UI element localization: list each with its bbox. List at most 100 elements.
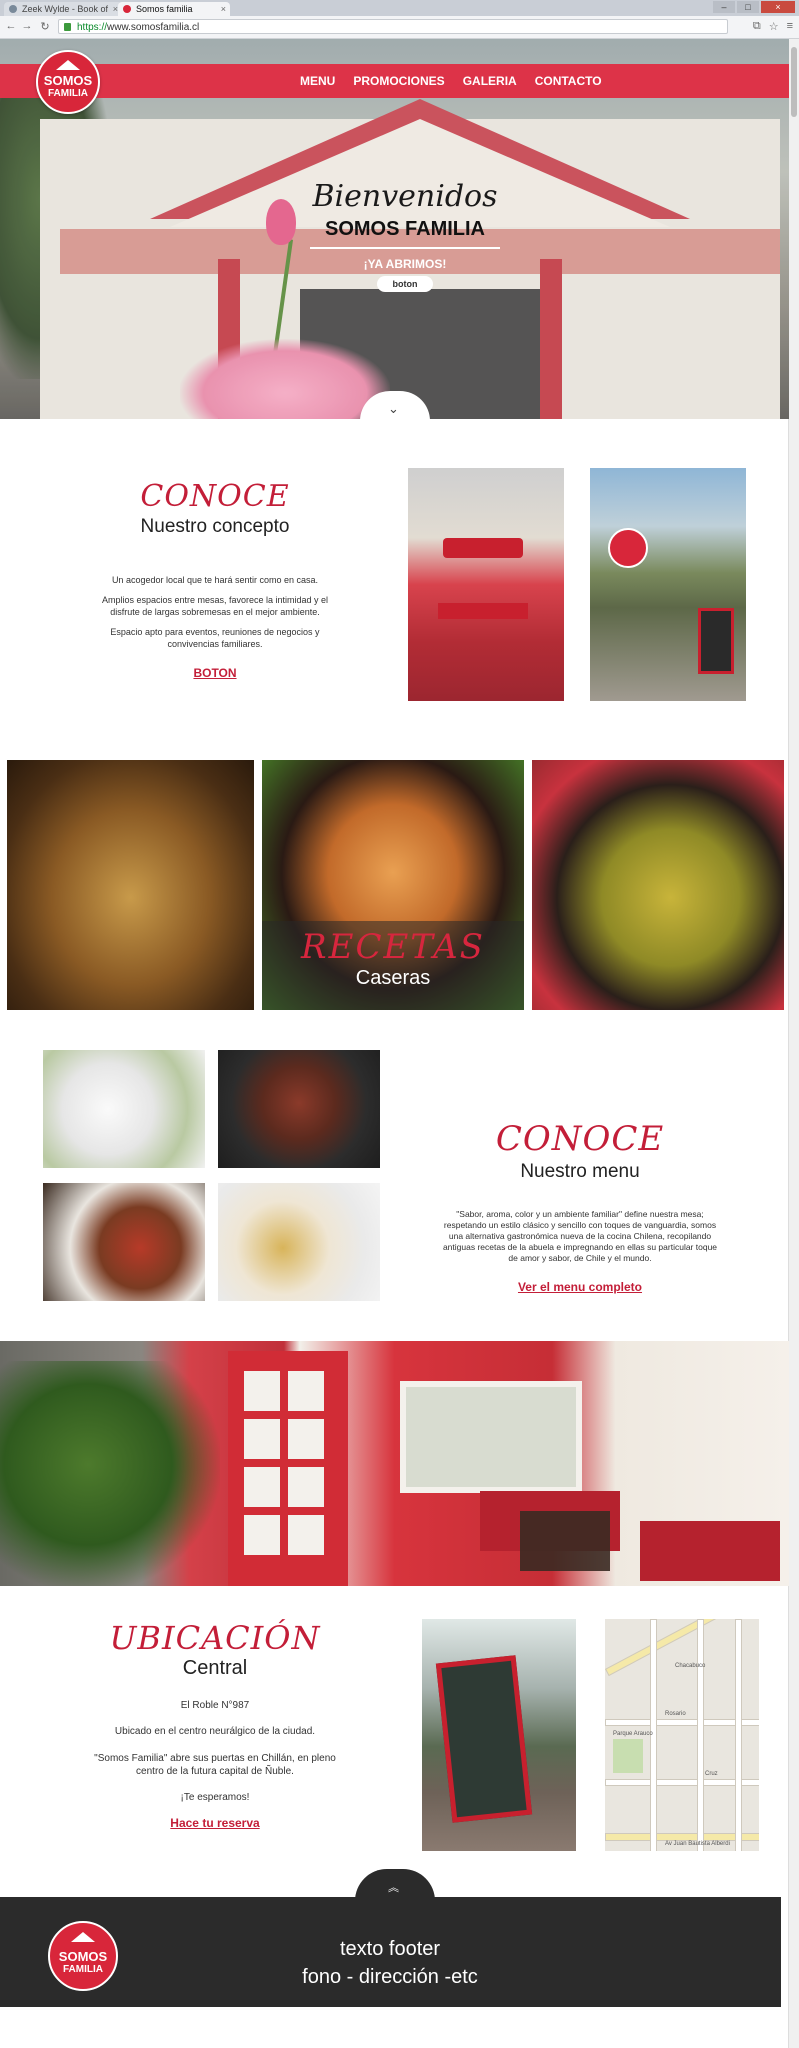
web-page: SOMOS FAMILIA MENU PROMOCIONES GALERIA C… bbox=[0, 39, 789, 2048]
main-menu: MENU PROMOCIONES GALERIA CONTACTO bbox=[300, 64, 602, 98]
facade-logo-sign bbox=[608, 528, 648, 568]
chair-seat bbox=[438, 603, 528, 619]
photo-cazuela bbox=[7, 760, 254, 1010]
close-window-icon[interactable]: × bbox=[761, 1, 795, 13]
concept-text-1: Un acogedor local que te hará sentir com… bbox=[111, 575, 319, 585]
facade-chalkboard bbox=[698, 608, 734, 674]
menu-photo-3 bbox=[43, 1183, 205, 1301]
bookmark-star-icon[interactable]: ☆ bbox=[769, 20, 779, 33]
toolbar-icons: ⧉ ☆ ≡ bbox=[753, 20, 793, 33]
url-input[interactable]: https://www.somosfamilia.cl bbox=[58, 19, 728, 34]
maximize-icon[interactable]: □ bbox=[737, 1, 759, 13]
photo-interior bbox=[0, 1341, 789, 1586]
location-text-2: "Somos Familia" abre sus puertas en Chil… bbox=[94, 1753, 336, 1777]
menu-section: CONOCE Nuestro menu "Sabor, aroma, color… bbox=[440, 1119, 720, 1296]
logo-line2: FAMILIA bbox=[48, 88, 88, 99]
address-bar: ← → ↻ https://www.somosfamilia.cl ⧉ ☆ ≡ bbox=[0, 16, 799, 39]
footer-logo-line1: SOMOS bbox=[58, 1949, 108, 1964]
footer-line-1: texto footer bbox=[339, 1938, 441, 1960]
menu-photo-2 bbox=[218, 1050, 380, 1168]
hero-button[interactable]: boton bbox=[377, 276, 433, 292]
lock-icon bbox=[64, 23, 71, 31]
hero-welcome: Bienvenidos SOMOS FAMILIA ¡YA ABRIMOS! b… bbox=[300, 179, 510, 292]
concept-link[interactable]: BOTON bbox=[193, 666, 236, 680]
location-subtitle: Central bbox=[182, 1657, 248, 1679]
minimize-icon[interactable]: – bbox=[713, 1, 735, 13]
photo-red-chair bbox=[408, 468, 564, 701]
dining-table bbox=[640, 1521, 780, 1581]
menu-photo-4 bbox=[218, 1183, 380, 1301]
map-label: Cruz bbox=[705, 1771, 718, 1777]
tab-favicon-icon bbox=[9, 5, 17, 13]
map-road bbox=[735, 1619, 742, 1851]
door-pane bbox=[288, 1371, 324, 1411]
menu-photo-1 bbox=[43, 1050, 205, 1168]
interior-window bbox=[400, 1381, 582, 1493]
concept-subtitle: Nuestro concepto bbox=[140, 516, 290, 537]
window-controls: – □ × bbox=[713, 1, 795, 13]
recipes-title: RECETAS bbox=[301, 927, 485, 967]
nav-item-promociones[interactable]: PROMOCIONES bbox=[353, 74, 444, 88]
scrollbar-thumb[interactable] bbox=[791, 47, 797, 117]
footer-line-2: fono - dirección -etc bbox=[302, 1966, 478, 1988]
concept-title: CONOCE bbox=[140, 479, 290, 514]
nav-item-contacto[interactable]: CONTACTO bbox=[535, 74, 602, 88]
photo-chalkboard bbox=[422, 1619, 576, 1851]
url-host: www.somosfamilia.cl bbox=[107, 22, 200, 33]
house-roof-icon bbox=[71, 1932, 95, 1942]
logo-line1: SOMOS bbox=[43, 73, 93, 88]
nav-item-galeria[interactable]: GALERIA bbox=[463, 74, 517, 88]
door-pane bbox=[244, 1371, 280, 1411]
hero-subtitle: SOMOS FAMILIA bbox=[325, 218, 485, 240]
nav-item-menu[interactable]: MENU bbox=[300, 74, 335, 88]
browser-tab[interactable]: Zeek Wylde - Book of × bbox=[4, 2, 122, 16]
footer-logo-line2: FAMILIA bbox=[63, 1964, 103, 1975]
door-pane bbox=[244, 1467, 280, 1507]
hero-script-title: Bienvenidos bbox=[312, 179, 498, 214]
back-icon[interactable]: ← bbox=[4, 20, 18, 32]
location-text-3: ¡Te esperamos! bbox=[180, 1792, 250, 1803]
map-road bbox=[697, 1619, 704, 1851]
reservation-link[interactable]: Hace tu reserva bbox=[170, 1816, 259, 1830]
door-pane bbox=[244, 1515, 280, 1555]
translate-icon[interactable]: ⧉ bbox=[753, 20, 761, 33]
door-pane bbox=[244, 1419, 280, 1459]
dining-chairs bbox=[520, 1511, 610, 1571]
brand-logo[interactable]: SOMOS FAMILIA bbox=[36, 50, 100, 114]
door-pane bbox=[288, 1419, 324, 1459]
chair-back bbox=[443, 538, 523, 558]
close-tab-icon[interactable]: × bbox=[221, 2, 226, 16]
footer-text: texto footer fono - dirección -etc bbox=[240, 1935, 540, 1991]
location-address: El Roble N°987 bbox=[180, 1700, 250, 1711]
tab-label: Somos familia bbox=[136, 4, 193, 14]
tab-favicon-icon bbox=[123, 5, 131, 13]
map-label: Av Juan Bautista Alberdi bbox=[665, 1841, 730, 1847]
footer: SOMOS FAMILIA texto footer fono - direcc… bbox=[0, 1897, 781, 2007]
recipes-banner: RECETAS Caseras bbox=[262, 921, 524, 1010]
menu-icon[interactable]: ≡ bbox=[787, 20, 793, 33]
location-title: UBICACIÓN bbox=[109, 1619, 321, 1657]
browser-tab-bar: Zeek Wylde - Book of × Somos familia × –… bbox=[0, 0, 799, 16]
url-scheme: https:// bbox=[77, 22, 108, 33]
location-section: UBICACIÓN Central El Roble N°987 Ubicado… bbox=[90, 1619, 340, 1832]
menu-full-link[interactable]: Ver el menu completo bbox=[518, 1280, 642, 1294]
location-map[interactable]: Chacabuco Parque Arauco Rosario Cruz Av … bbox=[605, 1619, 759, 1851]
map-park bbox=[613, 1739, 643, 1773]
footer-logo[interactable]: SOMOS FAMILIA bbox=[48, 1921, 118, 1991]
recipes-subtitle: Caseras bbox=[355, 967, 431, 989]
browser-tab-active[interactable]: Somos familia × bbox=[118, 2, 230, 16]
hero-tagline: ¡YA ABRIMOS! bbox=[363, 257, 447, 271]
house-roof-icon bbox=[56, 60, 80, 70]
door-pane bbox=[288, 1467, 324, 1507]
photo-facade bbox=[590, 468, 746, 701]
chevron-up-icon: ︽ bbox=[388, 1882, 399, 1894]
concept-text-3: Espacio apto para eventos, reuniones de … bbox=[110, 627, 320, 649]
photo-porotos bbox=[532, 760, 784, 1010]
foreground-plant bbox=[0, 1361, 220, 1586]
red-door bbox=[228, 1351, 348, 1586]
hero-divider bbox=[310, 247, 500, 249]
page-scrollbar[interactable] bbox=[788, 39, 799, 2048]
forward-icon[interactable]: → bbox=[20, 20, 34, 32]
map-label: Rosario bbox=[665, 1711, 686, 1717]
reload-icon[interactable]: ↻ bbox=[38, 20, 52, 33]
